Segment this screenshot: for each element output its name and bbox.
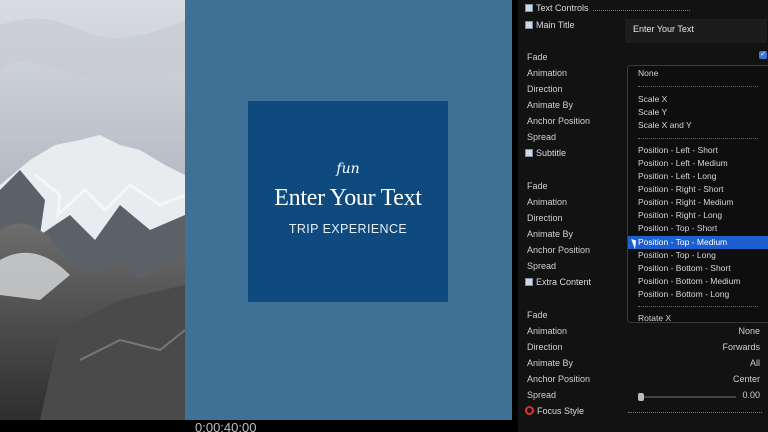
direction-label: Direction bbox=[527, 84, 563, 94]
menu-item-pos-top-long[interactable]: Position - Top - Long bbox=[628, 249, 768, 262]
animate-by-value[interactable]: All bbox=[750, 357, 760, 369]
menu-item-pos-bottom-short[interactable]: Position - Bottom - Short bbox=[628, 262, 768, 275]
menu-item-scale-x[interactable]: Scale X bbox=[628, 93, 768, 106]
animation-value[interactable]: None bbox=[738, 325, 760, 337]
spread-slider[interactable] bbox=[638, 393, 736, 401]
text-edit-icon bbox=[525, 21, 533, 29]
anchor-position-value[interactable]: Center bbox=[733, 373, 760, 385]
menu-item-pos-left-short[interactable]: Position - Left - Short bbox=[628, 144, 768, 157]
canvas-background: fun Enter Your Text TRIP EXPERIENCE bbox=[185, 0, 512, 420]
divider bbox=[628, 412, 762, 413]
text-edit-icon bbox=[525, 278, 533, 286]
timecode-readout: 0:00:40:00 bbox=[195, 420, 257, 432]
spread-label: Spread bbox=[527, 132, 557, 142]
preview-viewer: fun Enter Your Text TRIP EXPERIENCE bbox=[0, 0, 512, 420]
subtitle-header: Subtitle bbox=[525, 147, 566, 159]
animate-by-label: Animate By bbox=[527, 358, 574, 368]
animate-by-label: Animate By bbox=[527, 229, 574, 239]
timeline-strip: 0:00:40:00 bbox=[0, 420, 512, 432]
menu-item-pos-left-long[interactable]: Position - Left - Long bbox=[628, 170, 768, 183]
fade-label: Fade bbox=[527, 181, 548, 191]
menu-separator bbox=[638, 306, 758, 307]
title-card[interactable]: fun Enter Your Text TRIP EXPERIENCE bbox=[248, 101, 448, 302]
anchor-position-label: Anchor Position bbox=[527, 116, 591, 126]
menu-item-scale-y[interactable]: Scale Y bbox=[628, 106, 768, 119]
extra-content-label: Extra Content bbox=[536, 277, 592, 287]
spread-label: Spread bbox=[527, 261, 557, 271]
focus-style-label: Focus Style bbox=[537, 406, 585, 416]
menu-item-none[interactable]: None bbox=[628, 67, 768, 80]
menu-item-pos-top-short[interactable]: Position - Top - Short bbox=[628, 222, 768, 235]
anchor-position-label: Anchor Position bbox=[527, 374, 591, 384]
divider bbox=[593, 10, 690, 11]
focus-style-header[interactable]: Focus Style bbox=[525, 405, 584, 417]
animate-by-label: Animate By bbox=[527, 100, 574, 110]
fade-label: Fade bbox=[527, 310, 548, 320]
direction-label: Direction bbox=[527, 342, 563, 352]
menu-item-pos-right-medium[interactable]: Position - Right - Medium bbox=[628, 196, 768, 209]
focus-style-icon bbox=[525, 406, 534, 415]
spread-value[interactable]: 0.00 bbox=[742, 389, 760, 401]
menu-item-scale-xy[interactable]: Scale X and Y bbox=[628, 119, 768, 132]
menu-item-pos-right-short[interactable]: Position - Right - Short bbox=[628, 183, 768, 196]
menu-item-pos-right-long[interactable]: Position - Right - Long bbox=[628, 209, 768, 222]
text-edit-icon bbox=[525, 149, 533, 157]
fade-label: Fade bbox=[527, 52, 548, 62]
slider-handle[interactable] bbox=[638, 393, 644, 401]
main-title-header: Main Title bbox=[525, 19, 575, 31]
menu-item-pos-bottom-long[interactable]: Position - Bottom - Long bbox=[628, 288, 768, 301]
animation-label: Animation bbox=[527, 68, 568, 78]
menu-separator bbox=[638, 86, 758, 87]
checkbox-icon[interactable] bbox=[525, 4, 533, 12]
spread-label: Spread bbox=[527, 390, 557, 400]
main-title-input[interactable]: Enter Your Text bbox=[625, 19, 767, 43]
text-controls-label: Text Controls bbox=[536, 3, 589, 13]
menu-separator bbox=[638, 138, 758, 139]
menu-item-pos-bottom-medium[interactable]: Position - Bottom - Medium bbox=[628, 275, 768, 288]
animation-dropdown-menu[interactable]: None Scale X Scale Y Scale X and Y Posit… bbox=[627, 65, 768, 323]
anchor-position-label: Anchor Position bbox=[527, 245, 591, 255]
inspector-panel: Text Controls Main Title Enter Your Text… bbox=[512, 0, 768, 432]
direction-label: Direction bbox=[527, 213, 563, 223]
main-title-label: Main Title bbox=[536, 20, 575, 30]
card-main-title: Enter Your Text bbox=[274, 185, 422, 211]
menu-item-pos-left-medium[interactable]: Position - Left - Medium bbox=[628, 157, 768, 170]
text-controls-header[interactable]: Text Controls bbox=[525, 2, 589, 14]
menu-item-rotate-x[interactable]: Rotate X bbox=[628, 312, 768, 325]
menu-item-label: Position - Top - Medium bbox=[638, 237, 728, 247]
extra-content-header: Extra Content bbox=[525, 276, 591, 288]
menu-item-pos-top-medium[interactable]: Position - Top - Medium bbox=[628, 236, 768, 250]
fade-checkbox[interactable]: ✓ bbox=[759, 51, 767, 59]
direction-value[interactable]: Forwards bbox=[722, 341, 760, 353]
animation-label: Animation bbox=[527, 326, 568, 336]
mountain-photo bbox=[0, 0, 185, 420]
card-subtitle: TRIP EXPERIENCE bbox=[288, 222, 408, 236]
subtitle-label: Subtitle bbox=[536, 148, 567, 158]
animation-label: Animation bbox=[527, 197, 568, 207]
card-script-text: fun bbox=[336, 161, 360, 177]
